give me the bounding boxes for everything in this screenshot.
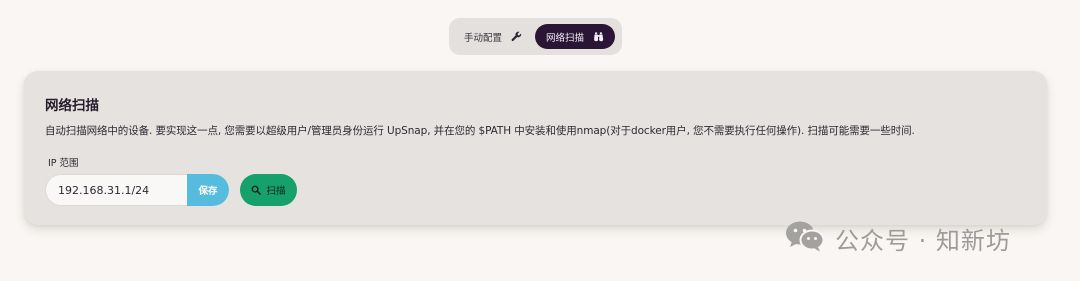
- search-icon: [251, 185, 262, 195]
- ip-range-group: 保存: [45, 174, 229, 206]
- ip-range-label: IP 范围: [48, 158, 79, 169]
- network-scan-card: 网络扫描 自动扫描网络中的设备. 要实现这一点, 您需要以超级用户/管理员身份运…: [24, 71, 1047, 225]
- mode-tabs: 手动配置 网络扫描: [449, 18, 622, 55]
- watermark-text: 公众号 · 知新坊: [835, 226, 1011, 255]
- scan-button[interactable]: 扫描: [240, 174, 297, 206]
- ip-range-input[interactable]: [45, 174, 187, 206]
- card-description: 自动扫描网络中的设备. 要实现这一点, 您需要以超级用户/管理员身份运行 UpS…: [45, 125, 915, 137]
- binoculars-icon: [593, 31, 604, 42]
- tab-network-scan[interactable]: 网络扫描: [535, 24, 615, 49]
- tab-manual-label: 手动配置: [463, 32, 502, 44]
- save-button[interactable]: 保存: [187, 174, 229, 206]
- wrench-icon: [511, 31, 522, 42]
- tab-manual-config[interactable]: 手动配置: [455, 24, 531, 49]
- scan-button-label: 扫描: [266, 186, 286, 197]
- watermark: 公众号 · 知新坊: [784, 221, 1011, 255]
- card-title: 网络扫描: [45, 98, 99, 114]
- tab-scan-label: 网络扫描: [545, 32, 584, 44]
- wechat-icon: [784, 219, 826, 257]
